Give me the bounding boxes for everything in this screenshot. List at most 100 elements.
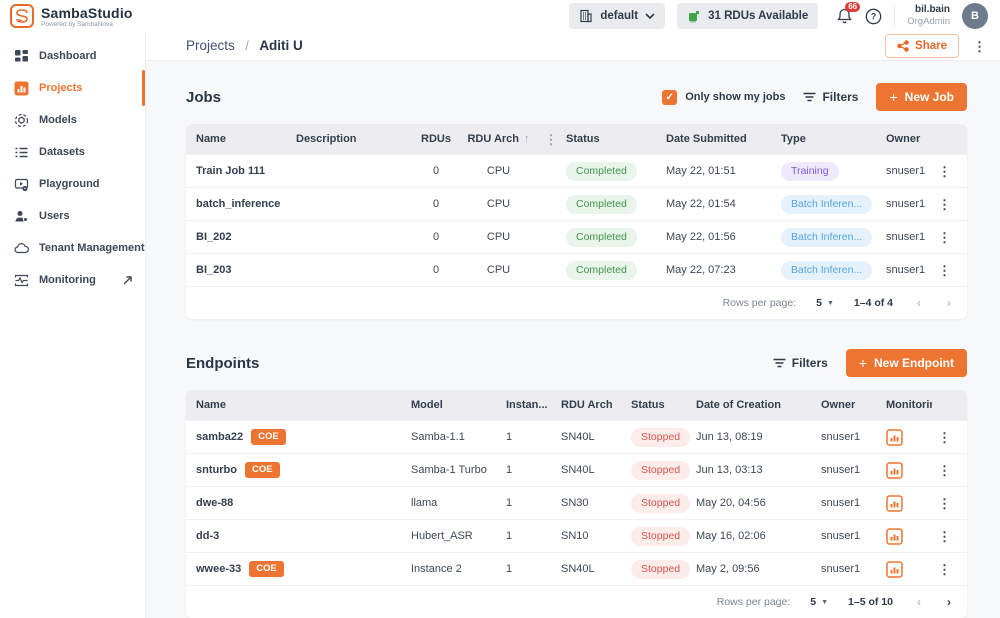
job-rdu-arch: CPU [461,165,536,177]
column-header-rdus[interactable]: RDUs [411,133,461,145]
notifications-button[interactable]: 66 [836,7,853,25]
sidebar-item-playground[interactable]: Playground [0,168,145,200]
endpoints-title: Endpoints [186,355,259,372]
row-menu-icon[interactable]: ⋮ [938,431,951,444]
rows-per-page-select[interactable]: 5▼ [810,596,828,608]
table-row[interactable]: dwe-88 llama 1 SN30 Stopped May 20, 04:5… [186,486,967,519]
table-row[interactable]: wwee-33COE Instance 2 1 SN40L Stopped Ma… [186,552,967,585]
table-row[interactable]: samba22COE Samba-1.1 1 SN40L Stopped Jun… [186,420,967,453]
column-header-instances[interactable]: Instan... [506,399,561,411]
rows-per-page-select[interactable]: 5▼ [816,297,834,309]
column-header-type[interactable]: Type [781,133,886,145]
row-menu-icon[interactable]: ⋮ [938,198,951,211]
sidebar-item-models[interactable]: Models [0,104,145,136]
rdus-available-chip[interactable]: 31 RDUs Available [677,3,818,29]
status-badge: Stopped [631,461,690,480]
new-endpoint-button[interactable]: + New Endpoint [846,349,967,377]
status-badge: Stopped [631,494,690,513]
share-button[interactable]: Share [885,34,959,58]
table-row[interactable]: BI_202 0 CPU Completed May 22, 01:56 Bat… [186,220,967,253]
row-menu-icon[interactable]: ⋮ [938,264,951,277]
sidebar-item-users[interactable]: Users [0,200,145,232]
monitoring-chart-icon[interactable] [886,462,903,479]
column-header-name[interactable]: Name [196,133,296,145]
checkbox-checked-icon: ✓ [662,90,677,105]
tenant-selector-value: default [600,10,638,22]
avatar[interactable]: B [962,3,988,29]
column-header-name[interactable]: Name [196,399,411,411]
column-header-rdu-arch[interactable]: RDU Arch↑ [461,133,536,145]
help-button[interactable]: ? [865,8,882,25]
sidebar-item-projects[interactable]: Projects [0,72,145,104]
previous-page-icon[interactable]: ‹ [917,596,921,608]
endpoint-model: Instance 2 [411,563,506,575]
row-menu-icon[interactable]: ⋮ [938,497,951,510]
sambanova-logo-icon [10,4,34,28]
job-name: BI_202 [196,231,296,243]
endpoints-pagination: Rows per page: 5▼ 1–5 of 10 ‹ › [186,585,967,618]
row-menu-icon[interactable]: ⋮ [938,231,951,244]
next-page-icon[interactable]: › [947,297,951,309]
sidebar-item-label: Dashboard [39,50,96,62]
user-menu[interactable]: bil.bain OrgAdmin [907,4,950,28]
row-menu-icon[interactable]: ⋮ [938,530,951,543]
new-job-button[interactable]: + New Job [876,83,967,111]
status-badge: Stopped [631,560,690,579]
sidebar-item-datasets[interactable]: Datasets [0,136,145,168]
jobs-filters-button[interactable]: Filters [803,90,858,104]
table-row[interactable]: BI_203 0 CPU Completed May 22, 07:23 Bat… [186,253,967,286]
previous-page-icon[interactable]: ‹ [917,297,921,309]
table-row[interactable]: snturboCOE Samba-1 Turbo 1 SN40L Stopped… [186,453,967,486]
row-menu-icon[interactable]: ⋮ [938,464,951,477]
table-row[interactable]: batch_inference 0 CPU Completed May 22, … [186,187,967,220]
column-menu-icon[interactable]: ⋮ [545,133,558,146]
column-header-rdu-arch[interactable]: RDU Arch [561,399,631,411]
endpoints-filters-button[interactable]: Filters [773,356,828,370]
endpoint-date: Jun 13, 03:13 [696,464,821,476]
row-menu-icon[interactable]: ⋮ [938,165,951,178]
jobs-section: Jobs ✓ Only show my jobs Filters [186,83,967,319]
column-header-status[interactable]: Status [566,133,666,145]
column-header-owner[interactable]: Owner [886,133,932,145]
app-title: SambaStudio [41,5,133,21]
column-header-status[interactable]: Status [631,399,696,411]
endpoint-date: May 16, 02:06 [696,530,821,542]
monitoring-chart-icon[interactable] [886,495,903,512]
jobs-filters-label: Filters [822,90,858,104]
column-header-description[interactable]: Description [296,133,411,145]
tenant-management-icon [14,241,29,256]
column-header-owner[interactable]: Owner [821,399,886,411]
filter-icon [773,358,786,368]
sidebar-item-dashboard[interactable]: Dashboard [0,40,145,72]
table-row[interactable]: dd-3 Hubert_ASR 1 SN10 Stopped May 16, 0… [186,519,967,552]
column-header-monitoring[interactable]: Monitoring [886,399,932,411]
monitoring-chart-icon[interactable] [886,429,903,446]
sidebar-item-monitoring[interactable]: Monitoring [0,264,145,296]
only-show-my-jobs-checkbox[interactable]: ✓ Only show my jobs [662,90,785,105]
sidebar-item-tenant-management[interactable]: Tenant Management [0,232,145,264]
table-row[interactable]: Train Job 111 0 CPU Completed May 22, 01… [186,154,967,187]
endpoint-owner: snuser1 [821,497,886,509]
breadcrumb-projects-link[interactable]: Projects [186,38,235,53]
endpoint-date: May 2, 09:56 [696,563,821,575]
share-icon [897,40,909,52]
column-header-date-of-creation[interactable]: Date of Creation [696,399,821,411]
endpoint-rdu-arch: SN40L [561,431,631,443]
new-endpoint-label: New Endpoint [874,356,954,370]
header-divider [894,5,895,27]
column-header-model[interactable]: Model [411,399,506,411]
monitoring-chart-icon[interactable] [886,561,903,578]
status-badge: Completed [566,261,637,280]
monitoring-chart-icon[interactable] [886,528,903,545]
next-page-icon[interactable]: › [947,596,951,608]
page-menu-icon[interactable]: ⋮ [973,40,986,53]
users-icon [14,209,29,224]
sidebar-item-label: Projects [39,82,82,94]
endpoint-rdu-arch: SN30 [561,497,631,509]
row-menu-icon[interactable]: ⋮ [938,563,951,576]
tenant-selector[interactable]: default [569,3,665,29]
job-date-submitted: May 22, 01:56 [666,231,781,243]
sort-ascending-icon: ↑ [524,133,530,145]
column-header-date-submitted[interactable]: Date Submitted [666,133,781,145]
job-rdu-arch: CPU [461,198,536,210]
